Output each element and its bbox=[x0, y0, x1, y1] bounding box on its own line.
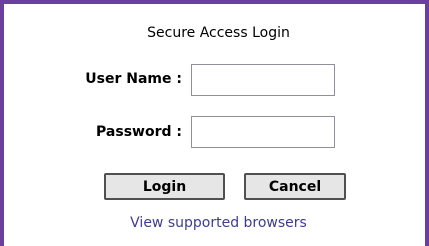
username-input[interactable] bbox=[191, 64, 335, 96]
password-input[interactable] bbox=[191, 116, 335, 148]
login-panel: Secure Access Login User Name : Password… bbox=[0, 0, 429, 246]
username-label: User Name : bbox=[85, 71, 182, 87]
cancel-button[interactable]: Cancel bbox=[244, 173, 346, 200]
password-label: Password : bbox=[96, 124, 182, 140]
login-title: Secure Access Login bbox=[147, 25, 290, 41]
view-supported-browsers-link[interactable]: View supported browsers bbox=[4, 215, 429, 231]
login-button[interactable]: Login bbox=[104, 173, 225, 200]
